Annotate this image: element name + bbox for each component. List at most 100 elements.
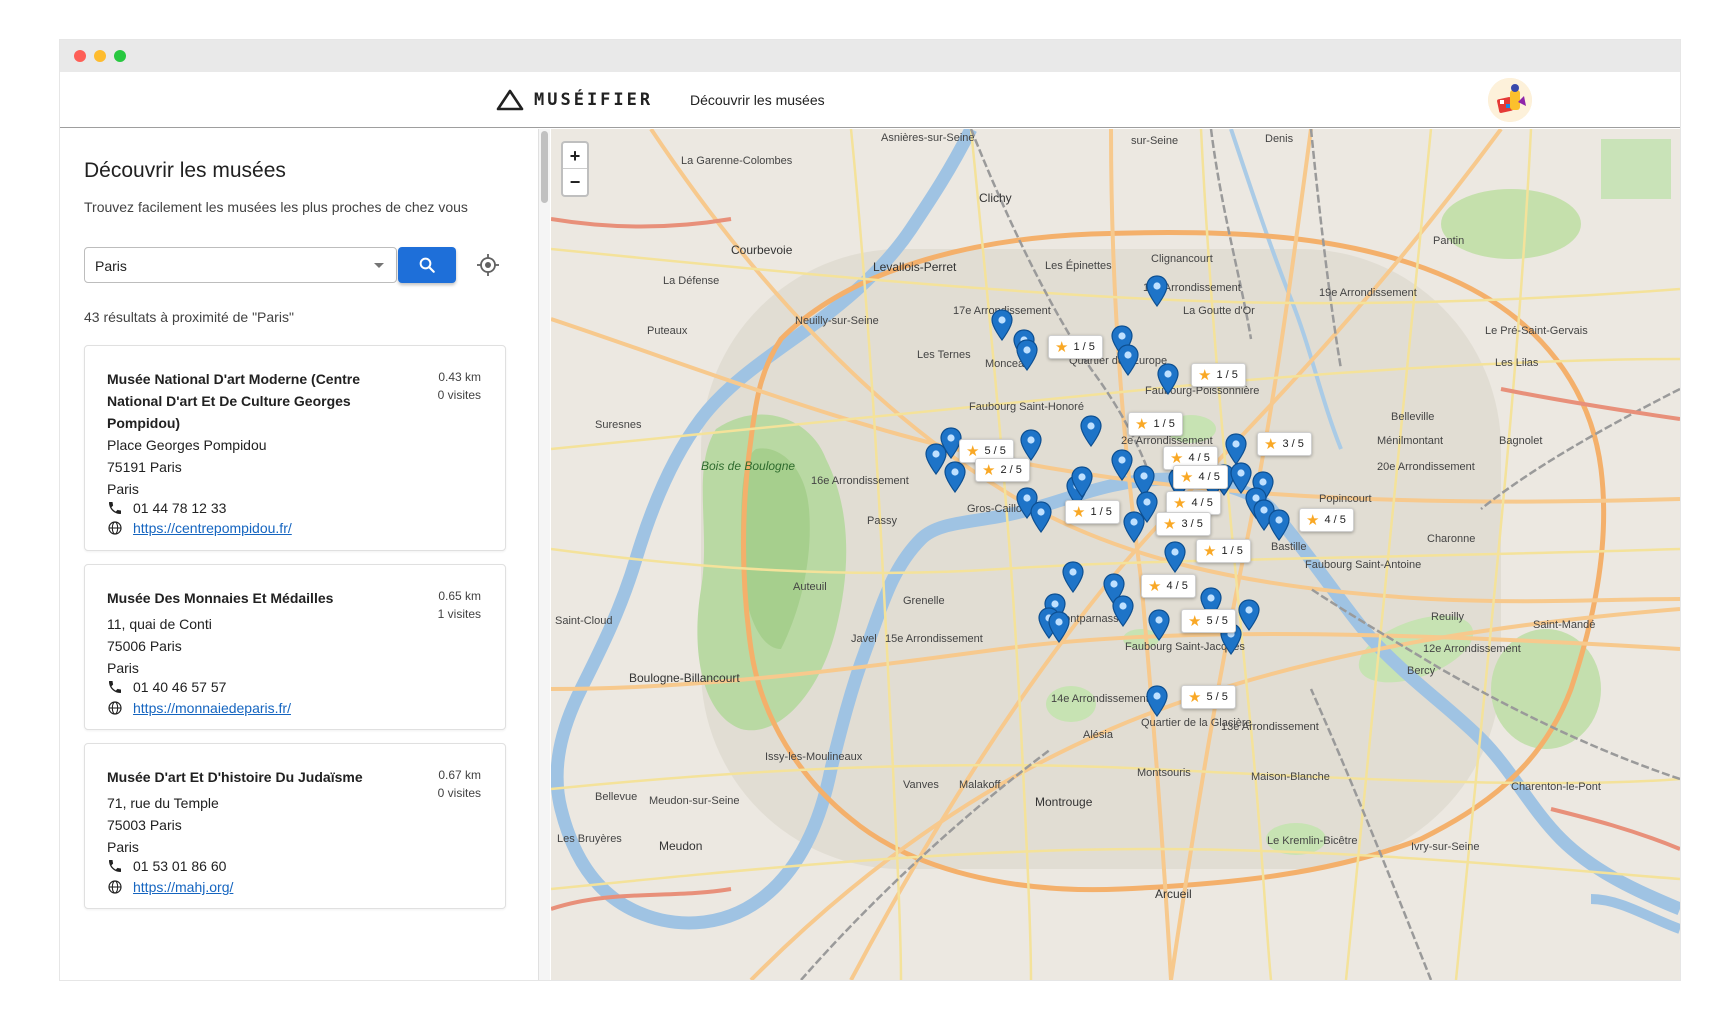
city-search-field[interactable] xyxy=(84,247,397,283)
dropdown-arrow-icon[interactable] xyxy=(374,263,384,268)
map-pin-icon[interactable] xyxy=(1164,541,1186,573)
scrollbar-thumb[interactable] xyxy=(541,131,548,203)
map-pin-icon[interactable] xyxy=(1016,339,1038,371)
map-label: Clignancourt xyxy=(1151,253,1213,265)
star-icon: ★ xyxy=(1264,436,1278,453)
museum-card[interactable]: Musée National D'art Moderne (Centre Nat… xyxy=(84,345,506,551)
star-icon: ★ xyxy=(1203,543,1217,560)
map-pin-icon[interactable] xyxy=(991,309,1013,341)
map-pin-icon[interactable] xyxy=(944,461,966,493)
map-label: Pantin xyxy=(1433,235,1465,247)
museum-website-link[interactable]: https://monnaiedeparis.fr/ xyxy=(133,700,291,716)
map-label: sur-Seine xyxy=(1131,135,1179,147)
triangle-logo-icon xyxy=(496,89,524,111)
map-label: Clichy xyxy=(979,191,1012,205)
map-label: 14e Arrondissement xyxy=(1051,693,1149,705)
search-button[interactable] xyxy=(398,247,456,283)
map-pin-icon[interactable] xyxy=(1112,595,1134,627)
map-pin-icon[interactable] xyxy=(1048,611,1070,643)
map-label: 13e Arrondissement xyxy=(1221,721,1319,733)
map-label: Montrouge xyxy=(1035,795,1093,809)
nav-discover-museums[interactable]: Découvrir les musées xyxy=(690,92,825,108)
map-pin-icon[interactable] xyxy=(1071,466,1093,498)
map-label: Le Pré-Saint-Gervais xyxy=(1485,325,1588,337)
museum-website-link[interactable]: https://centrepompidou.fr/ xyxy=(133,520,292,536)
museum-visits: 0 visites xyxy=(437,786,481,800)
rating-value: 1 / 5 xyxy=(1153,418,1175,430)
museum-card[interactable]: Musée Des Monnaies Et Médailles 0.65 km … xyxy=(84,564,506,730)
globe-icon xyxy=(108,701,122,715)
rating-badge[interactable]: ★ 1 / 5 xyxy=(1065,500,1120,524)
sidebar-scrollbar[interactable] xyxy=(538,129,550,980)
rating-badge[interactable]: ★ 3 / 5 xyxy=(1156,512,1211,536)
map-label: Le Kremlin-Bicêtre xyxy=(1267,835,1358,847)
zoom-in-button[interactable]: + xyxy=(563,143,587,169)
sidebar: Découvrir les musées Trouvez facilement … xyxy=(60,129,538,980)
museum-website-link[interactable]: https://mahj.org/ xyxy=(133,879,233,895)
museum-distance-block: 0.43 km 0 visites xyxy=(438,368,481,404)
rating-badge[interactable]: ★ 4 / 5 xyxy=(1141,574,1196,598)
map-pin-icon[interactable] xyxy=(1148,609,1170,641)
map-pin-icon[interactable] xyxy=(1117,344,1139,376)
rating-value: 4 / 5 xyxy=(1166,580,1188,592)
rating-value: 1 / 5 xyxy=(1216,369,1238,381)
rating-badge[interactable]: ★ 5 / 5 xyxy=(1181,685,1236,709)
rating-value: 1 / 5 xyxy=(1090,506,1112,518)
postal-line: 75006 Paris xyxy=(107,638,182,654)
avatar[interactable] xyxy=(1488,78,1532,122)
rating-badge[interactable]: ★ 1 / 5 xyxy=(1191,363,1246,387)
phone-icon xyxy=(109,860,121,872)
rating-value: 5 / 5 xyxy=(984,445,1006,457)
phone-row: 01 53 01 86 60 xyxy=(107,856,226,876)
map-label: Les Lilas xyxy=(1495,357,1539,369)
rating-value: 5 / 5 xyxy=(1206,691,1228,703)
close-window-button[interactable] xyxy=(74,50,86,62)
phone-icon xyxy=(109,502,121,514)
map-pin-icon[interactable] xyxy=(1225,433,1247,465)
title-bar xyxy=(60,40,1680,72)
map-pin-icon[interactable] xyxy=(1080,415,1102,447)
map-pin-icon[interactable] xyxy=(1030,501,1052,533)
minimize-window-button[interactable] xyxy=(94,50,106,62)
map-label: Les Bruyères xyxy=(557,833,622,845)
star-icon: ★ xyxy=(1072,504,1086,521)
map-label: Bercy xyxy=(1407,665,1436,677)
rating-value: 4 / 5 xyxy=(1191,497,1213,509)
phone-row: 01 40 46 57 57 xyxy=(107,677,226,697)
maximize-window-button[interactable] xyxy=(114,50,126,62)
museum-name[interactable]: Musée National D'art Moderne (Centre Nat… xyxy=(107,368,377,434)
map-label: Ménilmontant xyxy=(1377,435,1444,447)
map-pin-icon[interactable] xyxy=(1146,685,1168,717)
map-pin-icon[interactable] xyxy=(1020,429,1042,461)
rating-value: 1 / 5 xyxy=(1073,341,1095,353)
map[interactable]: Asnières-sur-Seine sur-Seine Denis La Ga… xyxy=(551,129,1680,980)
city-search-input[interactable] xyxy=(95,255,355,277)
logo[interactable]: MUSÉIFIER xyxy=(496,86,653,114)
map-pin-icon[interactable] xyxy=(1062,561,1084,593)
map-label: 16e Arrondissement xyxy=(811,475,909,487)
map-pin-icon[interactable] xyxy=(1111,449,1133,481)
rating-badge[interactable]: ★ 2 / 5 xyxy=(975,458,1030,482)
map-pin-icon[interactable] xyxy=(1123,511,1145,543)
zoom-out-button[interactable]: − xyxy=(563,169,587,195)
map-pin-icon[interactable] xyxy=(1146,275,1168,307)
rating-badge[interactable]: ★ 1 / 5 xyxy=(1196,539,1251,563)
map-label: La Défense xyxy=(663,275,720,287)
rating-badge[interactable]: ★ 3 / 5 xyxy=(1257,432,1312,456)
rating-badge[interactable]: ★ 4 / 5 xyxy=(1299,508,1354,532)
page-title: Découvrir les musées xyxy=(84,159,286,182)
museum-name[interactable]: Musée D'art Et D'histoire Du Judaïsme xyxy=(107,766,377,788)
city-line: Paris xyxy=(107,839,139,855)
rating-badge[interactable]: ★ 4 / 5 xyxy=(1173,465,1228,489)
my-location-button[interactable] xyxy=(476,253,500,277)
map-tiles xyxy=(551,129,1680,980)
museum-name[interactable]: Musée Des Monnaies Et Médailles xyxy=(107,587,377,609)
museum-card[interactable]: Musée D'art Et D'histoire Du Judaïsme 0.… xyxy=(84,743,506,909)
rating-badge[interactable]: ★ 1 / 5 xyxy=(1048,335,1103,359)
rating-badge[interactable]: ★ 5 / 5 xyxy=(1181,609,1236,633)
phone-row: 01 44 78 12 33 xyxy=(107,498,226,518)
map-pin-icon[interactable] xyxy=(1157,363,1179,395)
star-icon: ★ xyxy=(1135,416,1149,433)
map-pin-icon[interactable] xyxy=(1268,509,1290,541)
rating-badge[interactable]: ★ 1 / 5 xyxy=(1128,412,1183,436)
